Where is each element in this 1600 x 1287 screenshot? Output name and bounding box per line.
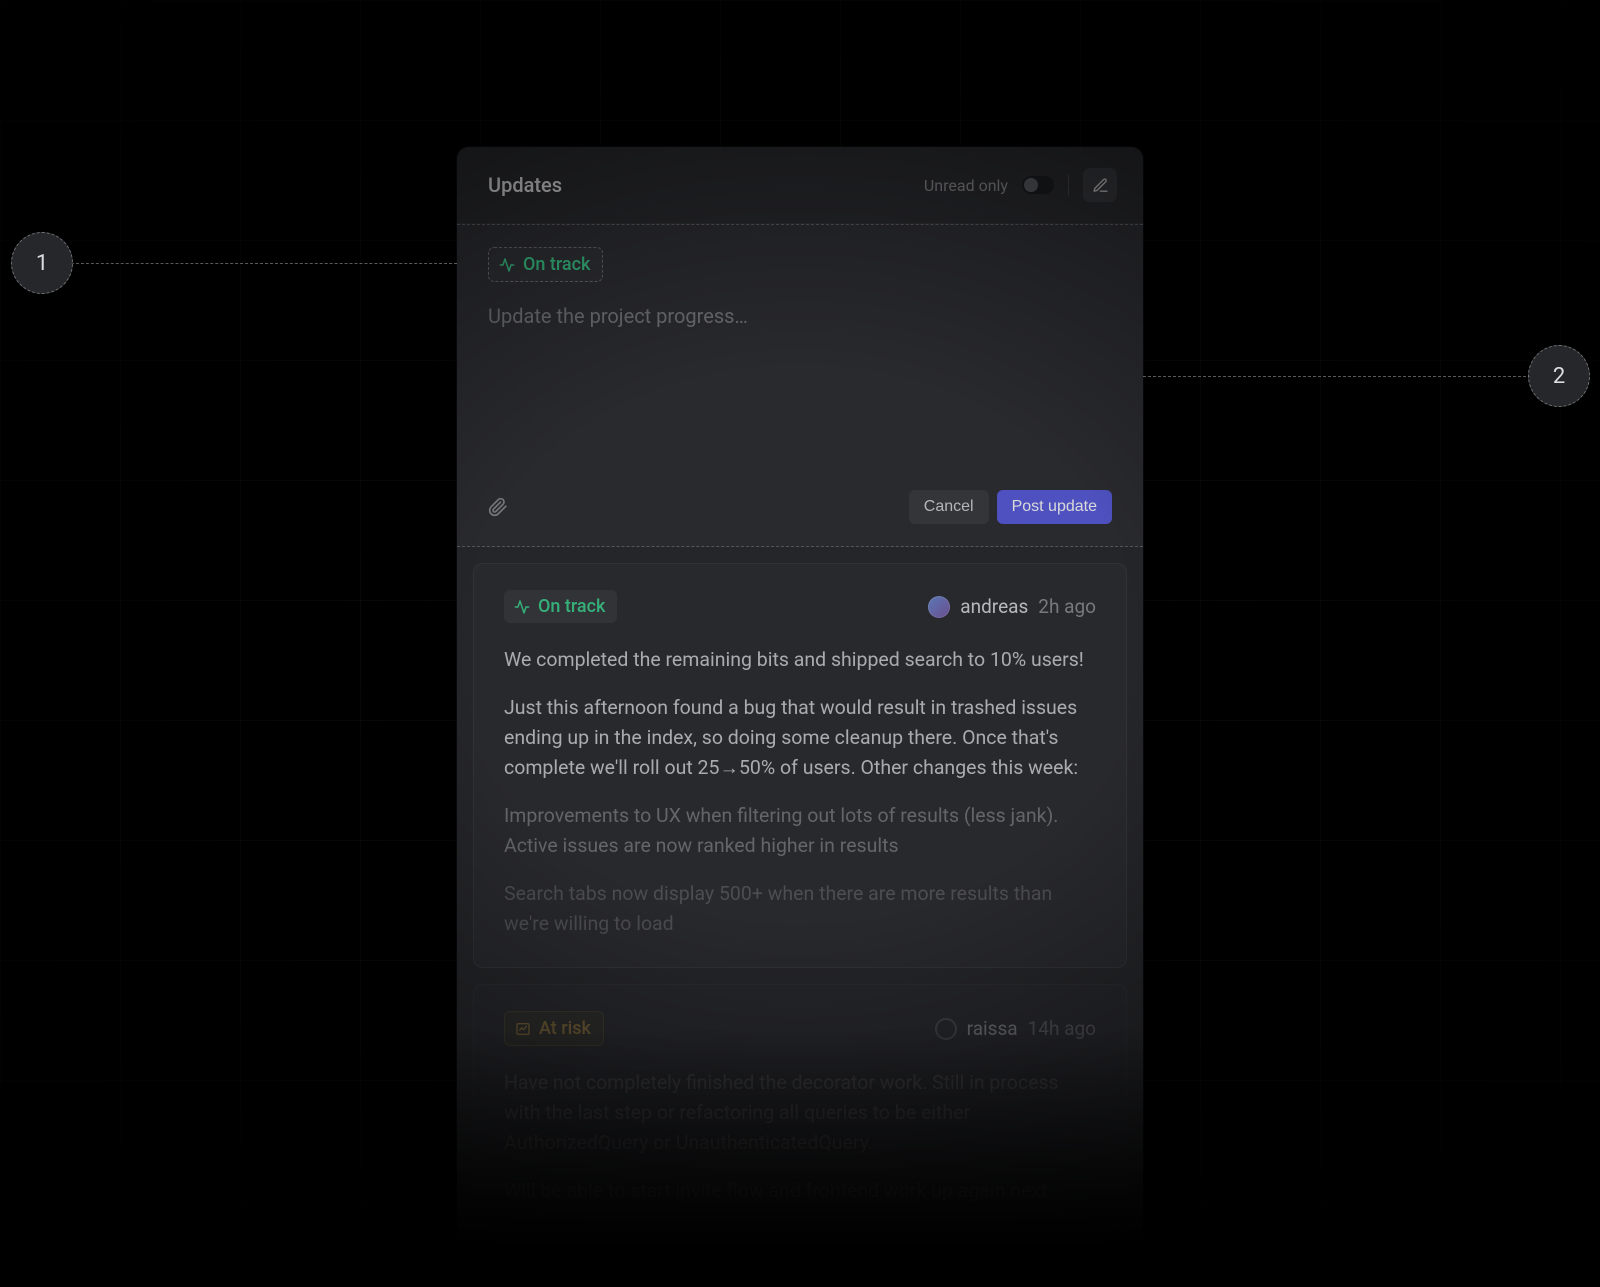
update-input[interactable]: Update the project progress…	[488, 304, 1112, 464]
activity-icon	[514, 599, 530, 615]
update-meta: raissa 14h ago	[935, 1017, 1096, 1040]
update-card[interactable]: At risk raissa 14h ago Have not complete…	[473, 984, 1127, 1235]
panel-header: Updates Unread only	[457, 147, 1143, 224]
author-name: raissa	[967, 1017, 1018, 1040]
unread-only-toggle[interactable]	[1022, 176, 1054, 194]
compose-icon	[1092, 177, 1109, 194]
callout-marker-2: 2	[1528, 345, 1590, 407]
update-paragraph: Will be able to start invite flow and fr…	[504, 1176, 1096, 1206]
compose-area: On track Update the project progress… Ca…	[457, 224, 1143, 547]
callout-label: 2	[1553, 364, 1565, 389]
status-badge: At risk	[504, 1011, 604, 1046]
update-card[interactable]: On track andreas 2h ago We completed the…	[473, 563, 1127, 968]
updates-panel: Updates Unread only On track Update the …	[457, 147, 1143, 1251]
callout-label: 1	[36, 251, 48, 276]
cancel-button[interactable]: Cancel	[909, 490, 989, 524]
unread-only-label: Unread only	[924, 176, 1008, 195]
activity-icon	[499, 257, 515, 273]
callout-leader-2	[1143, 376, 1531, 377]
update-meta: andreas 2h ago	[928, 595, 1096, 618]
status-label: On track	[523, 254, 590, 275]
avatar	[935, 1018, 957, 1040]
callout-leader-1	[71, 263, 457, 264]
editor-footer: Cancel Post update	[457, 480, 1143, 546]
header-divider	[1068, 174, 1069, 196]
status-label: On track	[538, 596, 605, 617]
at-risk-icon	[515, 1021, 531, 1037]
avatar	[928, 596, 950, 618]
author-name: andreas	[960, 595, 1028, 618]
status-selector[interactable]: On track	[488, 247, 603, 282]
attach-button[interactable]	[488, 497, 508, 517]
update-paragraph: Have not completely finished the decorat…	[504, 1068, 1096, 1158]
paperclip-icon	[488, 497, 508, 517]
update-paragraph: Search tabs now display 500+ when there …	[504, 879, 1096, 939]
timestamp: 2h ago	[1038, 595, 1096, 618]
callout-marker-1: 1	[11, 232, 73, 294]
updates-feed: On track andreas 2h ago We completed the…	[457, 547, 1143, 1251]
compose-button[interactable]	[1083, 168, 1117, 202]
status-label: At risk	[539, 1018, 591, 1039]
timestamp: 14h ago	[1028, 1017, 1096, 1040]
post-update-button[interactable]: Post update	[997, 490, 1112, 524]
update-paragraph: Improvements to UX when filtering out lo…	[504, 801, 1096, 861]
update-paragraph: Just this afternoon found a bug that wou…	[504, 693, 1096, 783]
header-actions: Unread only	[924, 168, 1117, 202]
status-badge: On track	[504, 590, 617, 623]
panel-title: Updates	[488, 173, 562, 197]
update-paragraph: We completed the remaining bits and ship…	[504, 645, 1096, 675]
